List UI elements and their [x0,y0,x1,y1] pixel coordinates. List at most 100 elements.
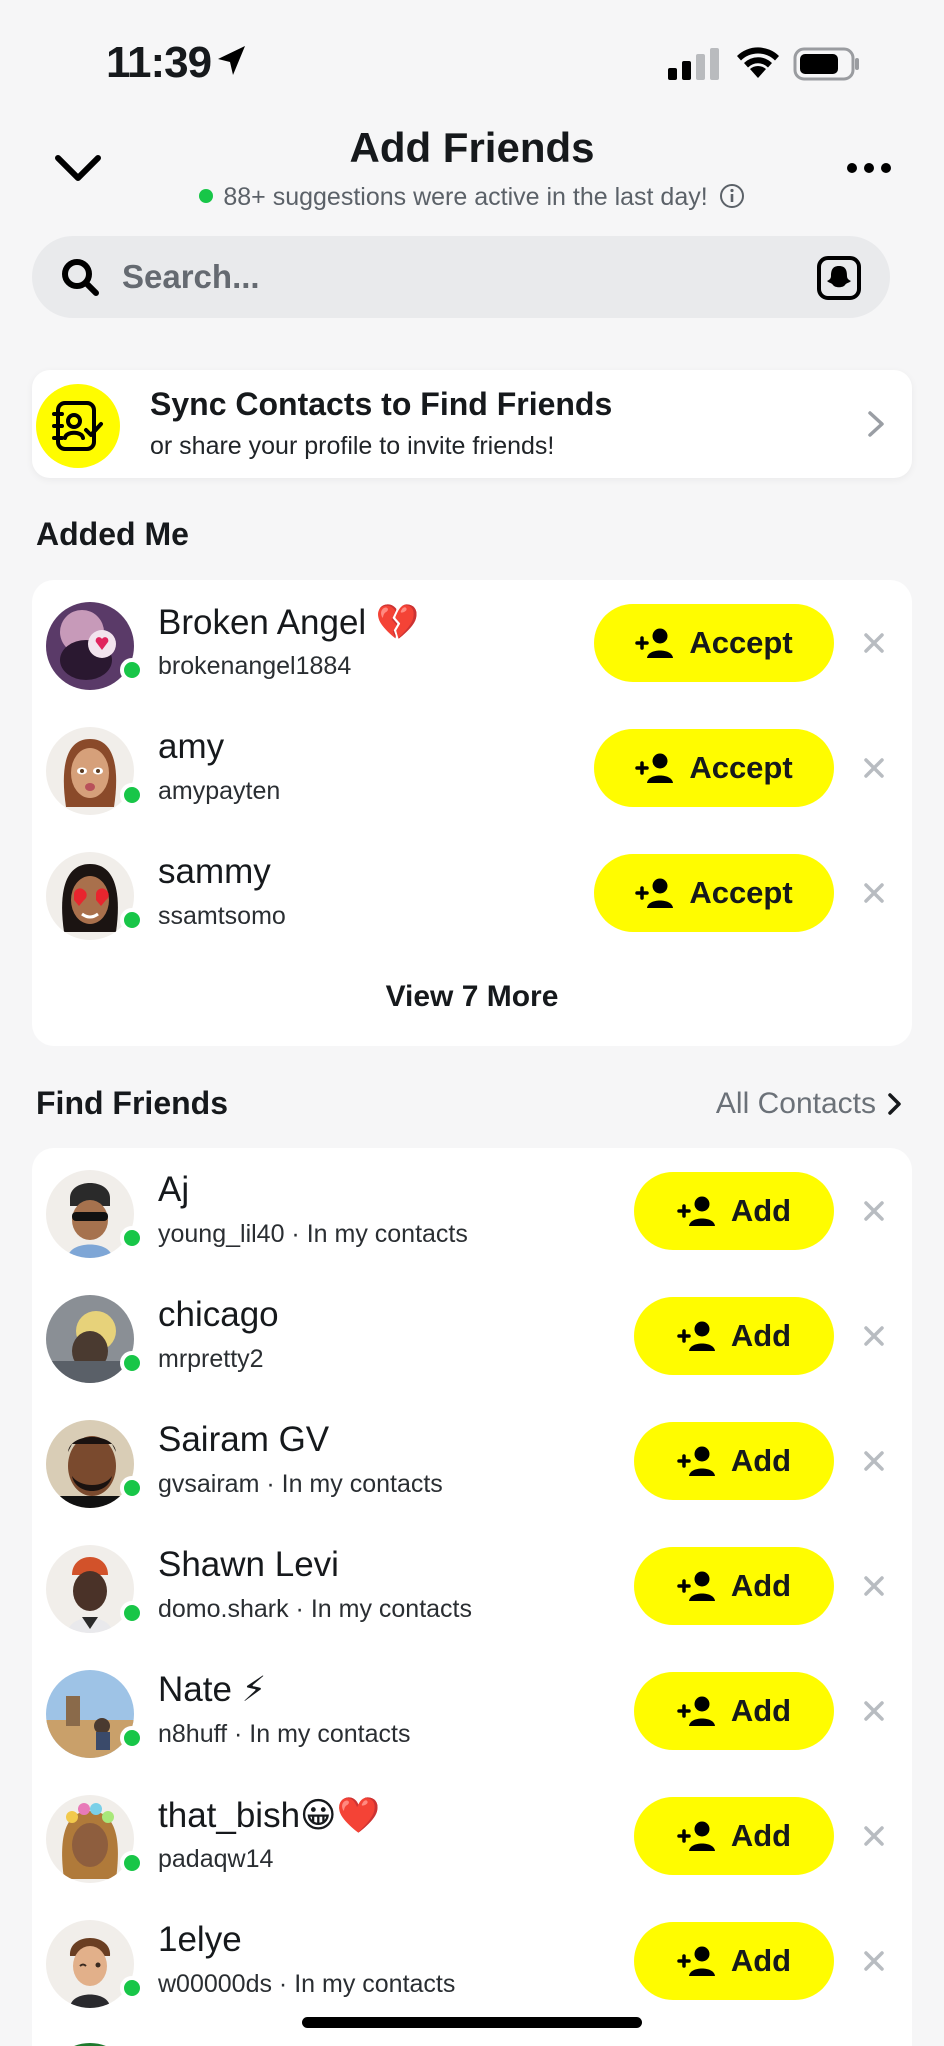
friend-name: amy [158,727,225,766]
avatar[interactable] [46,1920,134,2008]
list-item[interactable]: chicago mrpretty2 Add [32,1273,912,1398]
friend-username: gvsairam · In my contacts [158,1470,443,1498]
contacts-book-icon [36,384,120,468]
add-button[interactable]: Add [634,1922,834,2000]
avatar[interactable] [46,1670,134,1758]
all-contacts-link[interactable]: All Contacts [716,1087,904,1121]
avatar[interactable] [46,852,134,940]
accept-label: Accept [689,875,793,910]
friend-username: ssamtsomo [158,902,286,930]
friend-name: Sairam GV [158,1420,330,1459]
snapcode-scan-icon[interactable] [816,255,862,301]
search-icon [62,259,99,296]
info-icon[interactable] [719,183,745,209]
view-more-button[interactable]: View 7 More [32,980,912,1014]
list-item[interactable]: amy amypayten Accept [32,705,912,830]
more-options-icon[interactable] [846,156,892,180]
list-item[interactable]: Nate ⚡ n8huff · In my contacts Add [32,1648,912,1773]
add-button[interactable]: Add [634,1297,834,1375]
friend-name: Broken Angel 💔 [158,603,420,642]
location-arrow-icon [218,46,245,75]
search-bar[interactable] [32,236,890,318]
status-time: 11:39 [106,38,212,87]
add-friend-icon [677,1946,715,1976]
home-indicator [302,2017,642,2028]
friend-name: 1elye [158,1920,242,1959]
avatar[interactable] [46,727,134,815]
chevron-right-icon [868,411,884,437]
add-friend-icon [677,1696,715,1726]
friend-name: sammy [158,852,271,891]
add-button[interactable]: Add [634,1172,834,1250]
add-friend-icon [677,1446,715,1476]
avatar[interactable] [46,1795,134,1883]
add-label: Add [730,1693,792,1728]
online-status-dot [120,1226,144,1250]
add-label: Add [730,1443,792,1478]
add-button[interactable]: Add [634,1422,834,1500]
list-item[interactable]: that_bish😀❤️ padaqw14 Add [32,1773,912,1898]
add-friend-icon [677,1821,715,1851]
close-icon[interactable] [862,1949,886,1973]
accept-button[interactable]: Accept [594,604,834,682]
friend-username: n8huff · In my contacts [158,1720,411,1748]
add-friend-icon [635,878,674,908]
close-icon[interactable] [862,1449,886,1473]
online-status-dot [120,783,144,807]
friend-username: padaqw14 [158,1845,274,1873]
online-status-dot [120,1351,144,1375]
subtitle-text: 88+ suggestions were active in the last … [223,183,708,211]
online-status-dot [120,1726,144,1750]
find-friends-header: Find Friends [36,1085,228,1121]
accept-button[interactable]: Accept [594,729,834,807]
friend-name: Shawn Levi [158,1545,339,1584]
add-friend-icon [635,628,674,658]
add-label: Add [730,1568,792,1603]
add-button[interactable]: Add [634,1797,834,1875]
close-icon[interactable] [862,881,886,905]
add-friend-icon [677,1571,715,1601]
close-icon[interactable] [862,1824,886,1848]
friend-username: mrpretty2 [158,1345,264,1373]
add-button[interactable]: Add [634,1672,834,1750]
list-item[interactable]: 1elye w00000ds · In my contacts Add [32,1898,912,2023]
add-friend-icon [677,1196,715,1226]
online-status-dot [120,908,144,932]
online-status-dot [120,658,144,682]
avatar[interactable] [46,1545,134,1633]
close-icon[interactable] [862,1574,886,1598]
friend-name: that_bish😀❤️ [158,1796,381,1835]
search-input[interactable] [122,252,722,302]
list-item[interactable]: Shawn Levi domo.shark · In my contacts A… [32,1523,912,1648]
friend-name: chicago [158,1295,279,1334]
avatar[interactable] [46,1420,134,1508]
find-friends-card: Aj young_lil40 · In my contacts Add chic… [32,1148,912,2046]
close-icon[interactable] [862,631,886,655]
close-icon[interactable] [862,756,886,780]
close-icon[interactable] [862,1324,886,1348]
all-contacts-label: All Contacts [715,1087,876,1120]
friend-username: young_lil40 · In my contacts [158,1220,468,1248]
add-label: Add [730,1818,792,1853]
add-button[interactable]: Add [634,1547,834,1625]
add-friend-icon [677,1321,715,1351]
sync-card-subtitle: or share your profile to invite friends! [150,432,555,460]
online-status-dot [120,1601,144,1625]
friend-name: Aj [158,1170,190,1209]
accept-label: Accept [689,750,793,785]
add-label: Add [730,1193,792,1228]
online-dot-icon [199,189,214,204]
avatar[interactable] [46,1170,134,1258]
add-label: Add [730,1318,792,1353]
close-icon[interactable] [862,1199,886,1223]
accept-button[interactable]: Accept [594,854,834,932]
list-item[interactable]: Broken Angel 💔 brokenangel1884 Accept [32,580,912,705]
list-item[interactable]: Aj young_lil40 · In my contacts Add [32,1148,912,1273]
list-item[interactable]: sammy ssamtsomo Accept [32,830,912,955]
sync-contacts-card[interactable]: Sync Contacts to Find Friends or share y… [32,370,912,478]
close-icon[interactable] [862,1699,886,1723]
list-item[interactable]: Sairam GV gvsairam · In my contacts Add [32,1398,912,1523]
avatar[interactable] [46,1295,134,1383]
avatar[interactable] [46,602,134,690]
chevron-right-icon [888,1093,901,1115]
